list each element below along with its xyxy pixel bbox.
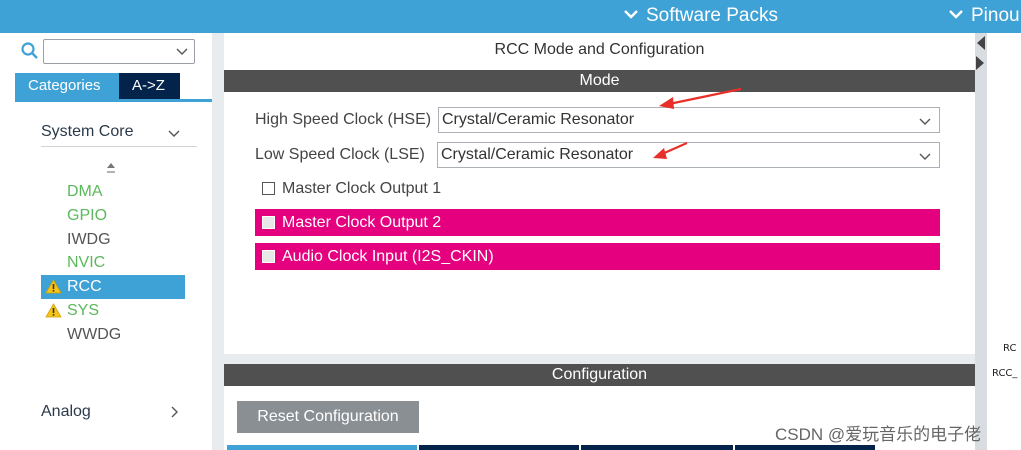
- rcc-config-panel: RCC Mode and Configuration Mode High Spe…: [224, 33, 975, 450]
- peripheral-label: DMA: [67, 183, 103, 200]
- peripheral-label: IWDG: [67, 230, 111, 248]
- peripheral-label: GPIO: [67, 206, 108, 224]
- peripheral-label: RCC: [67, 278, 102, 296]
- configuration-header: Configuration: [224, 364, 975, 386]
- i2s-checkbox-row[interactable]: Audio Clock Input (I2S_CKIN): [255, 243, 940, 270]
- chevron-down-icon: [168, 130, 180, 137]
- hse-label: High Speed Clock (HSE): [255, 111, 432, 128]
- chevron-right-icon: [171, 406, 178, 418]
- watermark: CSDN @爱玩音乐的电子佬: [775, 425, 982, 444]
- mode-header: Mode: [224, 70, 975, 92]
- page-title: RCC Mode and Configuration: [494, 41, 705, 58]
- category-tabs: Categories A->Z: [15, 73, 180, 99]
- analog-label: Analog: [41, 403, 91, 420]
- red-arrow-annotation: [659, 87, 742, 109]
- pin-label: RC: [1003, 343, 1017, 354]
- config-tab-strip: [227, 445, 975, 450]
- mco1-label: Master Clock Output 1: [282, 180, 442, 197]
- section-splitter[interactable]: [224, 354, 975, 364]
- mco1-checkbox-row[interactable]: Master Clock Output 1: [255, 175, 940, 202]
- config-tab[interactable]: [735, 445, 875, 450]
- config-tab[interactable]: [419, 445, 579, 450]
- mco2-checkbox[interactable]: [262, 216, 275, 229]
- pin-label: RCC_: [992, 368, 1018, 379]
- pinout-menu[interactable]: Pinou: [947, 0, 1020, 33]
- sort-icon[interactable]: [105, 161, 117, 177]
- mco1-checkbox[interactable]: [262, 182, 275, 195]
- divider: [41, 146, 197, 147]
- chevron-down-icon: [919, 118, 931, 125]
- tab-underline: [15, 99, 212, 102]
- peripheral-sys[interactable]: SYS: [41, 299, 185, 323]
- collapse-triangle-icon[interactable]: [976, 36, 985, 50]
- search-input[interactable]: [43, 39, 195, 64]
- i2s-checkbox[interactable]: [262, 250, 275, 263]
- peripheral-wwdg[interactable]: WWDG: [41, 323, 185, 347]
- chevron-down-icon: [176, 48, 188, 55]
- warning-icon: [45, 279, 62, 294]
- chevron-down-icon: [919, 153, 931, 160]
- system-core-label: System Core: [41, 123, 134, 140]
- chevron-down-icon: [624, 10, 638, 20]
- warning-icon: [45, 303, 62, 318]
- peripheral-list: DMA GPIO IWDG NVIC RCC SYS WWDG: [41, 180, 185, 347]
- pinout-label: Pinou: [971, 5, 1020, 26]
- lse-value: Crystal/Ceramic Resonator: [441, 146, 634, 163]
- hse-value: Crystal/Ceramic Resonator: [442, 111, 635, 128]
- chevron-down-icon: [949, 10, 963, 20]
- peripheral-iwdg[interactable]: IWDG: [41, 228, 185, 252]
- pinout-view: RC RCC_: [987, 33, 1021, 450]
- software-packs-menu[interactable]: Software Packs: [622, 0, 778, 33]
- peripheral-label: NVIC: [67, 254, 106, 272]
- categories-panel: Categories A->Z System Core DMA GPIO IWD…: [0, 33, 212, 450]
- reset-configuration-button[interactable]: Reset Configuration: [237, 401, 419, 433]
- peripheral-gpio[interactable]: GPIO: [41, 204, 185, 228]
- config-tab[interactable]: [227, 445, 417, 450]
- analog-group[interactable]: Analog: [41, 403, 178, 421]
- peripheral-nvic[interactable]: NVIC: [41, 251, 185, 275]
- right-splitter[interactable]: [975, 33, 987, 450]
- top-menu-bar: Software Packs Pinou: [0, 0, 1021, 33]
- system-core-group[interactable]: System Core: [41, 123, 180, 141]
- red-arrow-annotation: [653, 141, 688, 159]
- mco2-checkbox-row[interactable]: Master Clock Output 2: [255, 209, 940, 236]
- collapse-triangle-icon[interactable]: [976, 56, 985, 70]
- mode-section: High Speed Clock (HSE) Crystal/Ceramic R…: [224, 92, 975, 354]
- peripheral-rcc[interactable]: RCC: [41, 275, 185, 299]
- i2s-label: Audio Clock Input (I2S_CKIN): [282, 248, 494, 265]
- left-splitter[interactable]: [212, 33, 224, 450]
- mco2-label: Master Clock Output 2: [282, 214, 442, 231]
- search-icon[interactable]: [20, 41, 40, 61]
- peripheral-label: WWDG: [67, 325, 122, 343]
- config-tab[interactable]: [581, 445, 733, 450]
- peripheral-label: SYS: [67, 301, 100, 319]
- lse-label: Low Speed Clock (LSE): [255, 146, 425, 163]
- tab-a-z[interactable]: A->Z: [119, 73, 180, 99]
- peripheral-dma[interactable]: DMA: [41, 180, 185, 204]
- software-packs-label: Software Packs: [646, 5, 778, 26]
- tab-categories[interactable]: Categories: [15, 73, 119, 99]
- splitter-handle[interactable]: ⁑: [207, 10, 212, 21]
